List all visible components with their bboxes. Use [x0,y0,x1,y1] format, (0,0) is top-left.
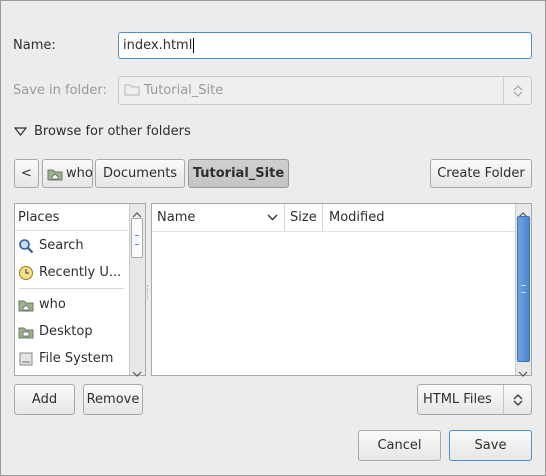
path-crumb-who[interactable]: who [42,159,93,188]
sort-chevron-icon [267,211,278,226]
place-label: who [39,297,66,312]
filter-value: HTML Files [423,392,492,407]
clock-icon [18,265,34,281]
place-label: File System [39,351,114,366]
browse-expander[interactable]: Browse for other folders [13,124,191,140]
place-item-who[interactable]: who [15,291,128,318]
places-scroll-thumb[interactable] [131,218,143,258]
path-back-label: < [21,166,32,181]
folder-icon [124,82,140,100]
home-folder-icon [47,167,63,181]
cancel-button[interactable]: Cancel [358,430,441,461]
filename-input[interactable]: index.html [118,32,532,59]
save-in-folder-combo[interactable]: Tutorial_Site [118,76,532,105]
column-size-header[interactable]: Size [286,204,323,231]
updown-arrows-icon [503,77,531,104]
place-label: Desktop [39,324,93,339]
scroll-up-icon [517,207,529,218]
places-panel: Places Search Recently U... who Desktop … [14,203,146,377]
files-panel: Name Size Modified [151,203,532,377]
add-label: Add [31,392,58,407]
files-scroll-thumb[interactable] [517,216,530,362]
places-separator [19,288,124,289]
remove-place-button[interactable]: Remove [83,384,143,415]
place-item-recent[interactable]: Recently U... [15,259,128,286]
updown-arrows-icon [503,385,531,414]
save-in-label: Save in folder: [13,83,107,98]
save-label: Save [474,438,507,453]
desktop-folder-icon [18,324,34,340]
column-label: Size [290,210,317,225]
places-header[interactable]: Places [15,204,128,231]
save-in-value: Tutorial_Site [144,83,224,98]
filename-value: index.html [123,38,193,53]
place-item-filesystem[interactable]: File System [15,345,128,372]
pane-splitter-handle[interactable] [147,285,150,299]
column-label: Modified [329,210,385,225]
drive-icon [18,351,34,367]
files-scrollbar[interactable] [515,204,531,377]
place-item-search[interactable]: Search [15,232,128,259]
save-button[interactable]: Save [449,430,532,461]
create-folder-label: Create Folder [437,166,525,181]
remove-label: Remove [86,392,140,407]
path-crumb-documents[interactable]: Documents [95,159,185,188]
home-folder-icon [18,297,34,313]
files-header: Name Size Modified [152,204,515,232]
crumb-label: Documents [102,166,178,181]
places-scrollbar[interactable] [129,204,145,377]
path-crumb-tutorial-site[interactable]: Tutorial_Site [188,159,289,188]
search-icon [18,238,34,254]
places-header-label: Places [18,209,60,225]
column-label: Name [157,210,196,225]
place-item-desktop[interactable]: Desktop [15,318,128,345]
name-label: Name: [13,38,56,53]
text-cursor [193,38,195,53]
place-label: Recently U... [39,265,122,280]
create-folder-button[interactable]: Create Folder [430,159,532,188]
crumb-label: who [66,166,93,181]
cancel-label: Cancel [377,438,422,453]
triangle-down-icon [13,125,28,140]
column-name-header[interactable]: Name [152,204,285,231]
browse-label: Browse for other folders [34,124,191,139]
column-modified-header[interactable]: Modified [324,204,515,231]
place-label: Search [39,238,84,253]
places-list: Search Recently U... who Desktop File Sy… [15,232,128,372]
scroll-down-icon [131,366,143,377]
path-back-button[interactable]: < [14,159,39,188]
scroll-up-icon [131,207,143,218]
add-place-button[interactable]: Add [14,384,75,415]
scroll-down-icon [517,366,529,377]
crumb-label: Tutorial_Site [192,166,285,181]
file-type-filter-combo[interactable]: HTML Files [417,384,532,415]
